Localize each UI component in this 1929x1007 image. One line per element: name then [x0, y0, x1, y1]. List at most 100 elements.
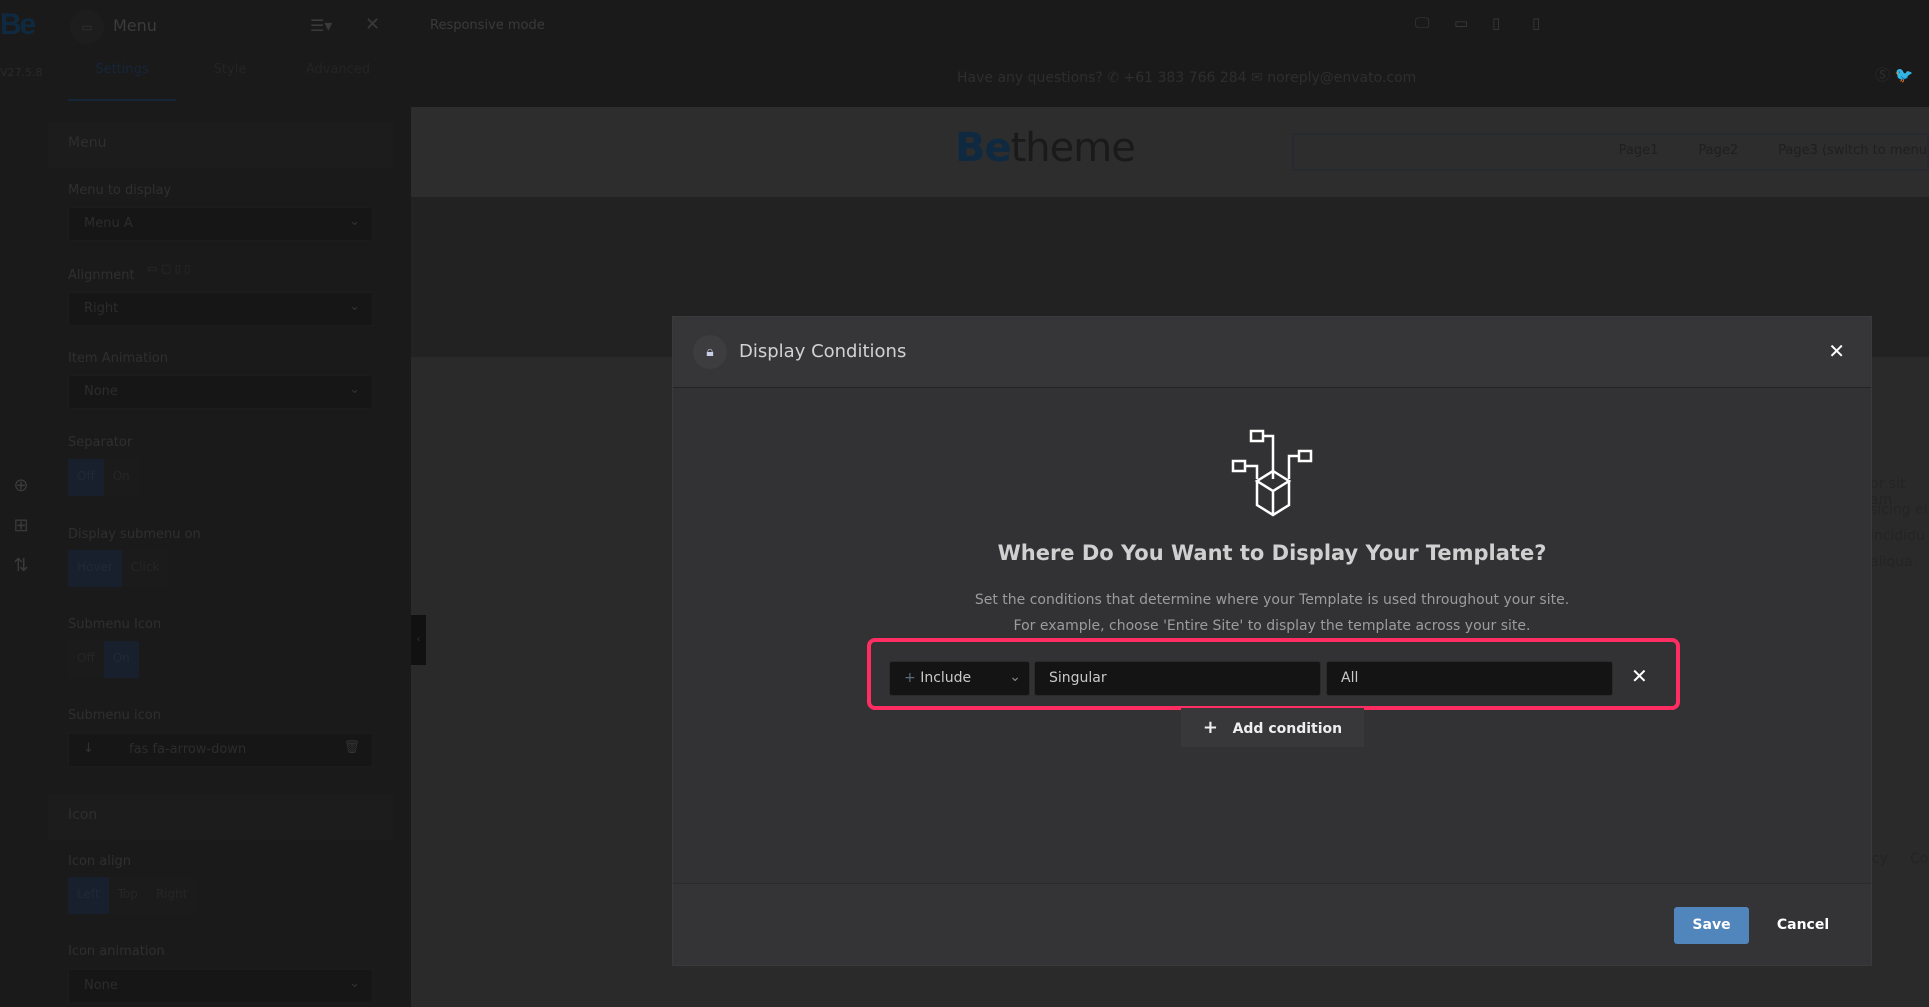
brand-logo: Be — [0, 8, 36, 41]
remove-condition-icon[interactable]: ✕ — [1631, 664, 1648, 688]
nav-page3[interactable]: Page3 (switch to menu — [1778, 143, 1927, 169]
separator-toggle: Off On — [68, 459, 139, 496]
item-animation-label: Item Animation — [68, 351, 169, 366]
trash-icon[interactable]: 🗑 — [343, 740, 360, 755]
mobile-icon[interactable]: ▯ — [1532, 14, 1540, 32]
condition-row: + Include ⌄ Singular All ✕ — [867, 638, 1680, 710]
layout-add-icon[interactable]: ⊞ — [10, 515, 32, 537]
lock-icon: 🔒︎ — [693, 335, 727, 369]
item-animation-select[interactable]: None ⌄ — [68, 375, 373, 409]
lorem-line: incididu — [1870, 528, 1925, 544]
submenu-icon-toggle-label: Submenu Icon — [68, 617, 162, 632]
toggle-click[interactable]: Click — [121, 550, 169, 587]
contact-text: Have any questions? — [957, 70, 1103, 86]
submenu-icon-input[interactable]: ↓ fas fa-arrow-down 🗑 — [68, 733, 373, 767]
panel-tabs: Settings Style Advanced — [68, 62, 392, 101]
display-conditions-illustration — [1231, 429, 1313, 517]
select-value: None — [84, 978, 118, 993]
plus-icon: + — [1202, 717, 1218, 738]
select-value: Menu A — [84, 216, 133, 231]
submenu-icon-toggle: Off On — [68, 641, 139, 678]
toggle-right[interactable]: Right — [146, 877, 197, 914]
add-condition-button[interactable]: + Add condition — [1181, 708, 1364, 747]
toggle-on[interactable]: On — [103, 459, 139, 496]
toggle-off[interactable]: Off — [68, 459, 104, 496]
include-select[interactable]: + Include ⌄ — [889, 661, 1030, 696]
cancel-button[interactable]: Cancel — [1760, 907, 1846, 944]
collapse-panel-handle[interactable]: ‹ — [411, 615, 426, 665]
logo-theme: theme — [1010, 125, 1136, 171]
lorem-line: sicing el — [1870, 502, 1928, 518]
logo-be: Be — [955, 125, 1012, 171]
add-condition-label: Add condition — [1232, 721, 1343, 737]
select-value: Right — [84, 301, 119, 316]
menu-to-display-label: Menu to display — [68, 183, 172, 198]
mail-icon: ✉ — [1251, 70, 1263, 86]
alignment-label: Alignment — [68, 268, 135, 283]
preview-contact: Have any questions? ✆ +61 383 766 284 ✉ … — [957, 70, 1416, 86]
tab-settings[interactable]: Settings — [68, 62, 176, 101]
footer-link: Co — [1910, 851, 1929, 867]
close-panel-icon[interactable]: ✕ — [365, 14, 380, 35]
target-select[interactable]: All — [1326, 661, 1613, 696]
icon-animation-select[interactable]: None ⌄ — [68, 969, 373, 1003]
responsive-mode-label: Responsive mode — [430, 18, 545, 33]
modal-title: Display Conditions — [739, 341, 907, 362]
toggle-off[interactable]: Off — [68, 641, 104, 678]
toggle-left[interactable]: Left — [68, 877, 109, 914]
select-value: None — [84, 384, 118, 399]
nav-page2[interactable]: Page2 — [1698, 143, 1738, 169]
chevron-down-icon: ⌄ — [349, 299, 360, 314]
panel-title: Menu — [113, 16, 157, 35]
section-icon[interactable]: Icon — [48, 794, 393, 840]
preset-icon[interactable]: ☰▾ — [310, 16, 332, 35]
chevron-down-icon: ⌄ — [1009, 669, 1021, 685]
menu-to-display-select[interactable]: Menu A ⌄ — [68, 207, 373, 241]
submenu-icon-label: Submenu icon — [68, 708, 161, 723]
icon-align-toggle: Left Top Right — [68, 877, 197, 914]
toggle-hover[interactable]: Hover — [68, 550, 122, 587]
tab-style[interactable]: Style — [176, 62, 284, 101]
version-label: V27.5.8 — [0, 66, 43, 79]
preview-logo: Betheme — [955, 125, 1136, 171]
phone: +61 383 766 284 — [1123, 70, 1247, 86]
social-icons[interactable]: Ⓢ 🐦 — [1875, 64, 1913, 85]
chevron-down-icon: ⌄ — [349, 976, 360, 991]
arrow-down-icon: ↓ — [83, 741, 94, 756]
add-circle-icon[interactable]: ⊕ — [10, 475, 32, 497]
modal-example: For example, choose 'Entire Site' to dis… — [1013, 618, 1531, 634]
modal-description: Set the conditions that determine where … — [974, 592, 1570, 608]
responsive-device-icons[interactable]: ▭ ▢ ▯ ▯ — [147, 262, 190, 275]
icon-value: fas fa-arrow-down — [129, 742, 247, 757]
section-menu[interactable]: Menu — [48, 122, 393, 168]
toggle-on[interactable]: On — [103, 641, 139, 678]
alignment-select[interactable]: Right ⌄ — [68, 292, 373, 326]
desktop-icon[interactable]: 🖵 — [1415, 14, 1429, 32]
phone-icon: ✆ — [1107, 70, 1120, 86]
display-submenu-toggle: Hover Click — [68, 550, 169, 587]
chevron-down-icon: ⌄ — [349, 382, 360, 397]
display-submenu-label: Display submenu on — [68, 527, 201, 542]
sort-icon[interactable]: ⇅ — [10, 555, 32, 577]
toggle-top[interactable]: Top — [108, 877, 147, 914]
left-rail — [0, 0, 45, 1007]
icon-animation-label: Icon animation — [68, 944, 165, 959]
save-button[interactable]: Save — [1674, 907, 1749, 944]
display-conditions-modal: 🔒︎ Display Conditions ✕ Where Do You Wan… — [672, 316, 1872, 966]
close-modal-icon[interactable]: ✕ — [1828, 339, 1845, 363]
rule-select[interactable]: Singular — [1034, 661, 1321, 696]
laptop-icon[interactable]: ▭ — [1454, 14, 1468, 32]
icon-align-label: Icon align — [68, 854, 131, 869]
preview-nav: Page1 Page2 Page3 (switch to menu — [1292, 133, 1929, 171]
email: noreply@envato.com — [1267, 70, 1417, 86]
tablet-icon[interactable]: ▯ — [1492, 14, 1500, 32]
modal-heading: Where Do You Want to Display Your Templa… — [997, 541, 1547, 565]
nav-page1[interactable]: Page1 — [1619, 143, 1659, 169]
separator-label: Separator — [68, 435, 133, 450]
lorem-line: aliqua. — [1870, 554, 1918, 570]
include-value: Include — [920, 670, 972, 686]
modal-header: 🔒︎ Display Conditions ✕ — [673, 317, 1871, 388]
plus-icon: + — [904, 670, 916, 686]
tab-advanced[interactable]: Advanced — [284, 62, 392, 101]
chevron-down-icon: ⌄ — [349, 214, 360, 229]
